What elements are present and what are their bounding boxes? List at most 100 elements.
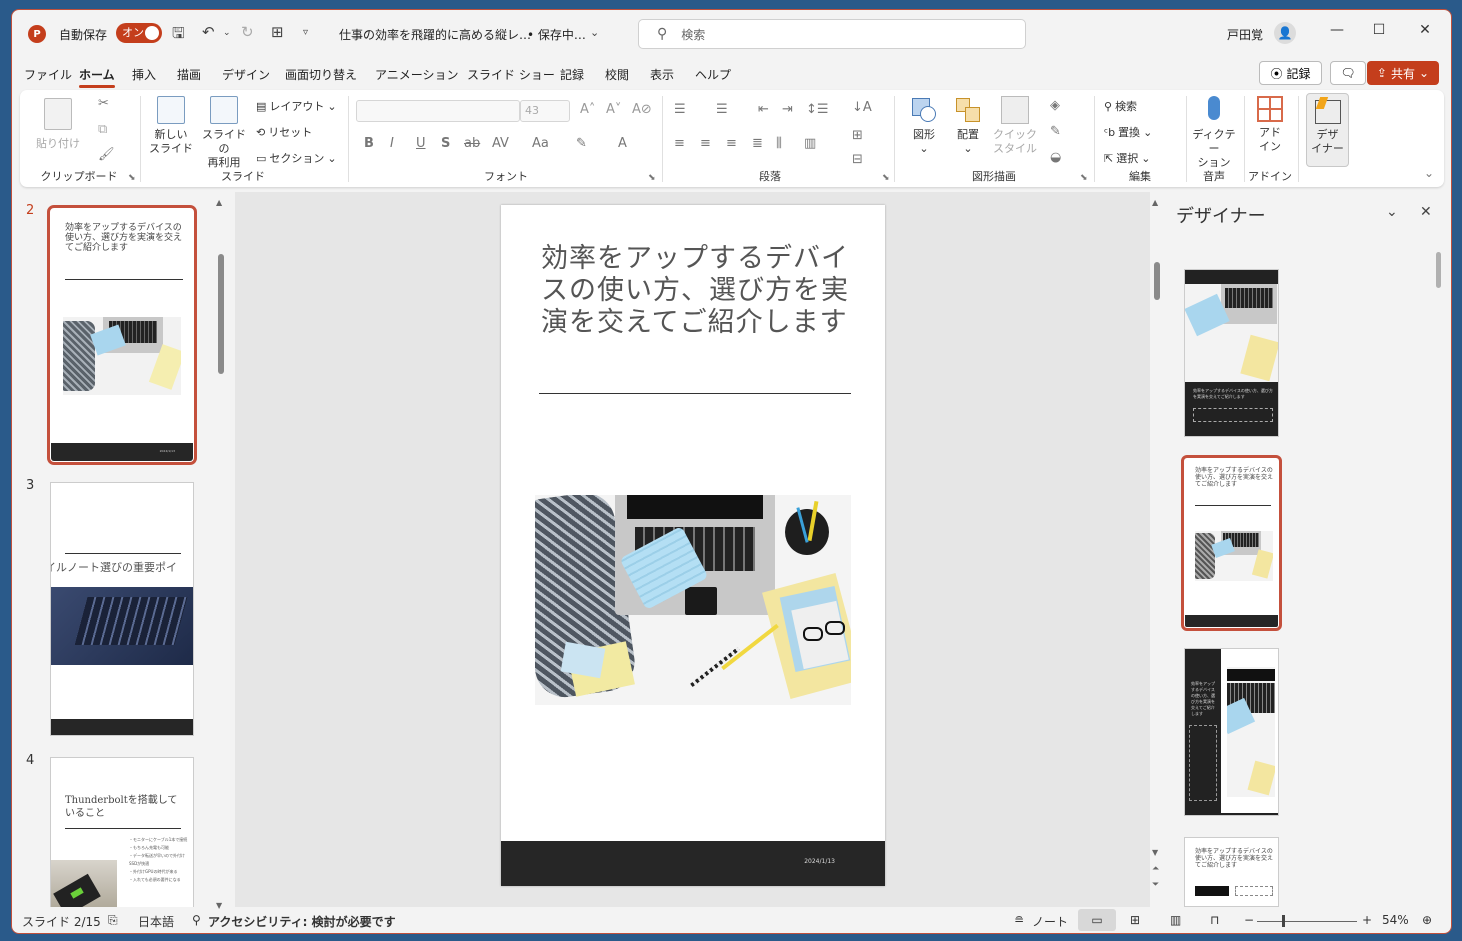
share-button[interactable]: ⇪ 共有 ⌄ xyxy=(1367,61,1439,85)
zoom-slider-handle[interactable] xyxy=(1282,915,1285,927)
slide-title[interactable]: 効率をアップするデバイスの使い方、選び方を実演を交えてご紹介します xyxy=(541,243,851,339)
select-button[interactable]: ⇱ 選択 ⌄ xyxy=(1104,150,1150,166)
shadow-icon[interactable]: S xyxy=(441,136,450,151)
close-icon[interactable]: ✕ xyxy=(1410,22,1440,38)
cut-icon[interactable]: ✂ xyxy=(98,96,109,111)
font-color-icon[interactable]: A xyxy=(618,136,627,151)
font-name-input[interactable] xyxy=(356,100,520,122)
replace-button[interactable]: ᶜb 置換 ⌄ xyxy=(1104,124,1152,140)
document-title[interactable]: 仕事の効率を飛躍的に高める縦レ… xyxy=(339,26,531,43)
record-button[interactable]: ⦿ 記録 xyxy=(1259,61,1322,85)
scrollbar-thumb[interactable] xyxy=(1436,252,1441,288)
close-pane-icon[interactable]: ✕ xyxy=(1420,204,1432,220)
font-size-input[interactable]: 43 xyxy=(520,100,570,122)
accessibility-icon[interactable]: ⚲ xyxy=(192,913,201,927)
dialog-launcher-icon[interactable]: ⬊ xyxy=(1080,173,1088,183)
new-slide-button[interactable]: 新しい スライド xyxy=(148,96,194,156)
design-option-2[interactable]: 効率をアップするデバイスの使い方、選び方を実演を交えてご紹介します xyxy=(1181,455,1282,631)
minimize-icon[interactable]: — xyxy=(1322,22,1352,38)
scrollbar-thumb[interactable] xyxy=(1154,262,1160,300)
reuse-slides-button[interactable]: スライドの 再利用 xyxy=(198,96,250,170)
dialog-launcher-icon[interactable]: ⬊ xyxy=(128,173,136,183)
tab-draw[interactable]: 描画 xyxy=(177,66,201,83)
increase-indent-icon[interactable]: ⇥ xyxy=(782,102,793,117)
fit-to-window-icon[interactable]: ⊕ xyxy=(1422,913,1432,927)
user-name[interactable]: 戸田覚 xyxy=(1227,26,1263,43)
slide-counter[interactable]: スライド 2/15 xyxy=(22,913,101,930)
justify-icon[interactable]: ≣ xyxy=(752,136,763,151)
tab-review[interactable]: 校閲 xyxy=(605,66,629,83)
smartart-icon[interactable]: ⊟ xyxy=(852,152,863,167)
tab-home[interactable]: ホーム xyxy=(79,66,115,88)
comments-button[interactable]: 🗨 xyxy=(1330,61,1366,85)
decrease-indent-icon[interactable]: ⇤ xyxy=(758,102,769,117)
search-input[interactable]: ⚲ 検索 xyxy=(638,19,1026,49)
slideshow-icon[interactable]: ⊓ xyxy=(1210,913,1219,927)
spellcheck-icon[interactable]: ⎘ xyxy=(108,913,118,928)
maximize-icon[interactable]: ☐ xyxy=(1364,22,1394,38)
shapes-button[interactable]: 図形 ⌄ xyxy=(904,96,944,156)
scrollbar-thumb[interactable] xyxy=(218,254,224,374)
zoom-slider[interactable] xyxy=(1257,921,1357,922)
bold-icon[interactable]: B xyxy=(364,136,374,151)
reading-view-icon[interactable]: ▥ xyxy=(1170,913,1181,927)
shape-outline-icon[interactable]: ✎ xyxy=(1050,124,1061,139)
align-left-icon[interactable]: ≡ xyxy=(674,136,685,151)
bullets-icon[interactable]: ☰ xyxy=(674,102,686,117)
text-direction-icon[interactable]: ↓A xyxy=(852,100,872,115)
slide-thumbnail-4[interactable]: Thunderboltを搭載していること ・モニターにケーブル1本で接続 ・もち… xyxy=(50,757,194,907)
avatar[interactable]: 👤 xyxy=(1274,22,1296,44)
prev-slide-icon[interactable]: ⏶ xyxy=(1152,864,1159,874)
align-right-icon[interactable]: ≡ xyxy=(726,136,737,151)
tab-file[interactable]: ファイル xyxy=(24,66,72,83)
redo-icon[interactable]: ↻ xyxy=(241,23,254,41)
design-option-1[interactable]: 効率をアップするデバイスの使い方、選び方を実演を交えてご紹介します xyxy=(1184,269,1279,437)
highlight-icon[interactable]: ✎ xyxy=(576,136,587,151)
quick-styles-button[interactable]: クイック スタイル xyxy=(992,96,1038,156)
chevron-down-icon[interactable]: ⌄ xyxy=(1386,204,1398,220)
collapse-ribbon-icon[interactable]: ⌄ xyxy=(1424,166,1434,180)
tab-view[interactable]: 表示 xyxy=(650,66,674,83)
section-button[interactable]: ▭ セクション ⌄ xyxy=(256,150,337,166)
change-case-icon[interactable]: Aa xyxy=(532,136,549,151)
current-slide[interactable]: 効率をアップするデバイスの使い方、選び方を実演を交えてご紹介します 2024/1… xyxy=(501,205,885,886)
tab-slideshow[interactable]: スライド ショー xyxy=(467,66,555,83)
chevron-down-icon[interactable]: ⌄ xyxy=(590,26,599,39)
shape-fill-icon[interactable]: ◈ xyxy=(1050,98,1060,113)
shape-effects-icon[interactable]: ◒ xyxy=(1050,150,1061,165)
design-option-4[interactable]: 効率をアップするデバイスの使い方、選び方を実演を交えてご紹介します xyxy=(1184,837,1279,907)
tab-animations[interactable]: アニメーション xyxy=(375,66,459,83)
tab-transitions[interactable]: 画面切り替え xyxy=(285,66,357,83)
grow-font-icon[interactable]: A˄ xyxy=(580,102,595,117)
layout-button[interactable]: ▤ レイアウト ⌄ xyxy=(256,98,337,114)
find-button[interactable]: ⚲ 検索 xyxy=(1104,98,1137,114)
slide-thumbnail-2[interactable]: 効率をアップするデバイスの使い方、選び方を実演を交えてご紹介します 2024/1… xyxy=(47,205,197,465)
line-spacing-icon[interactable]: ↕☰ xyxy=(806,102,829,117)
tab-design[interactable]: デザイン xyxy=(222,66,270,83)
char-spacing-icon[interactable]: AV xyxy=(492,136,509,151)
italic-icon[interactable]: I xyxy=(390,136,394,151)
copy-icon[interactable]: ⧉ xyxy=(98,122,107,137)
customize-qat-icon[interactable]: ▿ xyxy=(303,27,308,38)
designer-button[interactable]: デザ イナー xyxy=(1306,93,1349,167)
scroll-up-icon[interactable]: ▲ xyxy=(216,198,222,207)
reset-button[interactable]: ⟲ リセット xyxy=(256,124,312,140)
scroll-up-icon[interactable]: ▲ xyxy=(1152,198,1158,207)
notes-button[interactable]: ノート xyxy=(1032,913,1068,930)
slide-sorter-icon[interactable]: ⊞ xyxy=(1130,913,1140,927)
undo-dropdown-icon[interactable]: ⌄ xyxy=(223,28,231,38)
slide-photo[interactable] xyxy=(535,495,851,705)
autosave-toggle[interactable]: オン xyxy=(116,23,162,43)
language-indicator[interactable]: 日本語 xyxy=(138,913,174,930)
thumbnails-scrollbar[interactable]: ▲ ▼ xyxy=(216,198,225,910)
designer-scrollbar[interactable] xyxy=(1436,252,1441,902)
shrink-font-icon[interactable]: A˅ xyxy=(606,102,621,117)
strikethrough-icon[interactable]: ab xyxy=(464,136,480,151)
design-option-3[interactable]: 効率をアップするデバイスの使い方、選び方を実演を交えてご紹介します xyxy=(1184,648,1279,816)
undo-icon[interactable]: ↶ xyxy=(202,23,215,41)
align-center-icon[interactable]: ≡ xyxy=(700,136,711,151)
next-slide-icon[interactable]: ⏷ xyxy=(1152,880,1159,890)
dialog-launcher-icon[interactable]: ⬊ xyxy=(882,173,890,183)
zoom-out-icon[interactable]: − xyxy=(1244,913,1254,927)
notes-icon[interactable]: ≘ xyxy=(1014,913,1024,927)
